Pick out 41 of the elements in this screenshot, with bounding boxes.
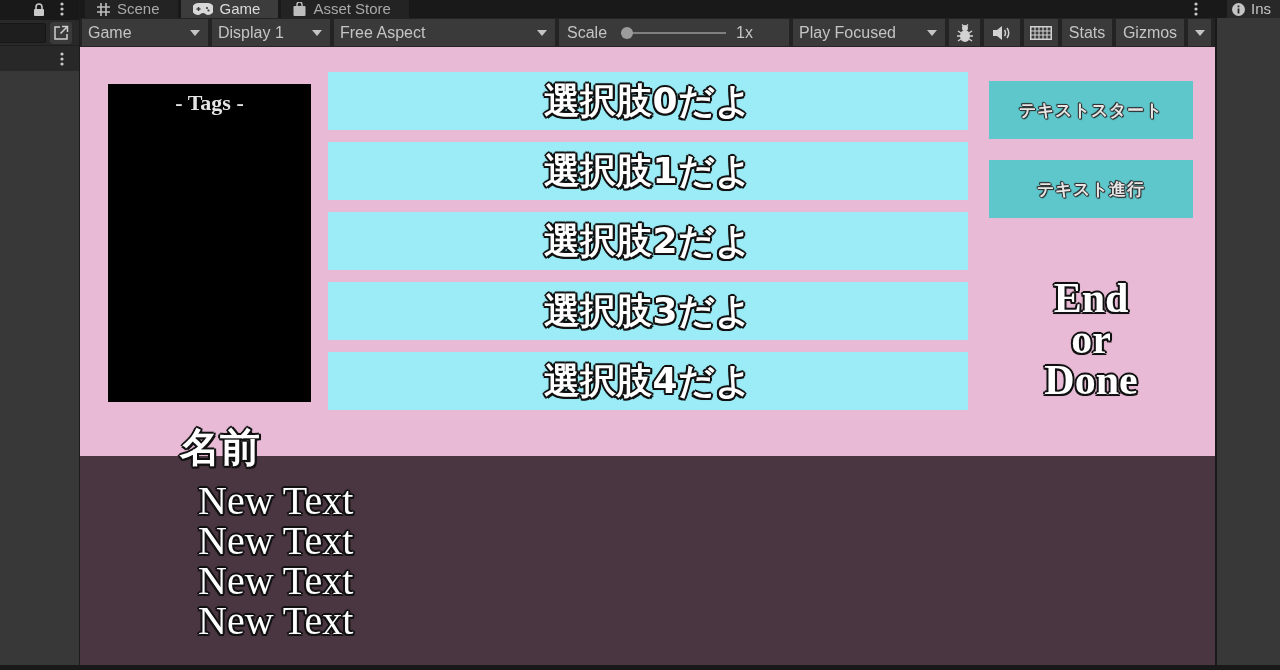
popout-button[interactable] — [50, 21, 72, 44]
toolbar-button[interactable] — [949, 19, 980, 46]
caret-icon — [312, 29, 322, 36]
stats-button[interactable]: Stats — [1062, 19, 1112, 46]
caret-icon — [1194, 29, 1205, 36]
scale-reading: 1x — [736, 23, 753, 42]
aspect-dropdown[interactable]: Free Aspect — [334, 19, 555, 46]
message-text: New Text — [198, 601, 354, 641]
keyboard-icon — [1030, 25, 1052, 40]
inspector-tab[interactable]: Ins — [1227, 0, 1280, 18]
gizmos-menu-button[interactable] — [1188, 19, 1211, 46]
bag-icon — [293, 2, 307, 16]
kebab-menu-icon[interactable] — [60, 51, 64, 66]
speaker-icon — [993, 25, 1011, 40]
gizmos-button[interactable]: Gizmos — [1116, 19, 1184, 46]
toolbar-button[interactable] — [984, 19, 1020, 46]
end-label: End or Done — [1044, 278, 1138, 401]
display-dropdown[interactable]: Display 1 — [212, 19, 330, 46]
play-mode-dropdown[interactable]: Play Focused — [793, 19, 945, 46]
view-dropdown[interactable]: Game — [82, 19, 208, 46]
editor-tab[interactable]: Scene — [85, 0, 178, 18]
slider-thumb[interactable] — [621, 26, 634, 39]
popout-icon — [53, 24, 69, 41]
scale-label: Scale — [567, 23, 608, 42]
hash-icon — [97, 2, 110, 16]
kebab-menu-icon[interactable] — [60, 2, 64, 16]
message-text: New Text — [198, 561, 354, 601]
bug-icon — [954, 22, 975, 43]
tags-title: - Tags - — [175, 90, 244, 116]
editor-tab[interactable]: Asset Store — [281, 0, 409, 18]
info-icon — [1232, 2, 1245, 16]
message-text: New Text — [198, 521, 354, 561]
gamepad-icon — [192, 3, 213, 15]
lock-icon[interactable] — [33, 2, 45, 16]
editor-tab[interactable]: Game — [180, 0, 279, 18]
caret-icon — [537, 29, 547, 36]
message-text: New Text — [198, 481, 354, 521]
caret-icon — [190, 29, 200, 36]
caret-icon — [927, 29, 937, 36]
kebab-menu-icon[interactable] — [1194, 2, 1198, 16]
toolbar-button[interactable] — [1024, 19, 1058, 46]
